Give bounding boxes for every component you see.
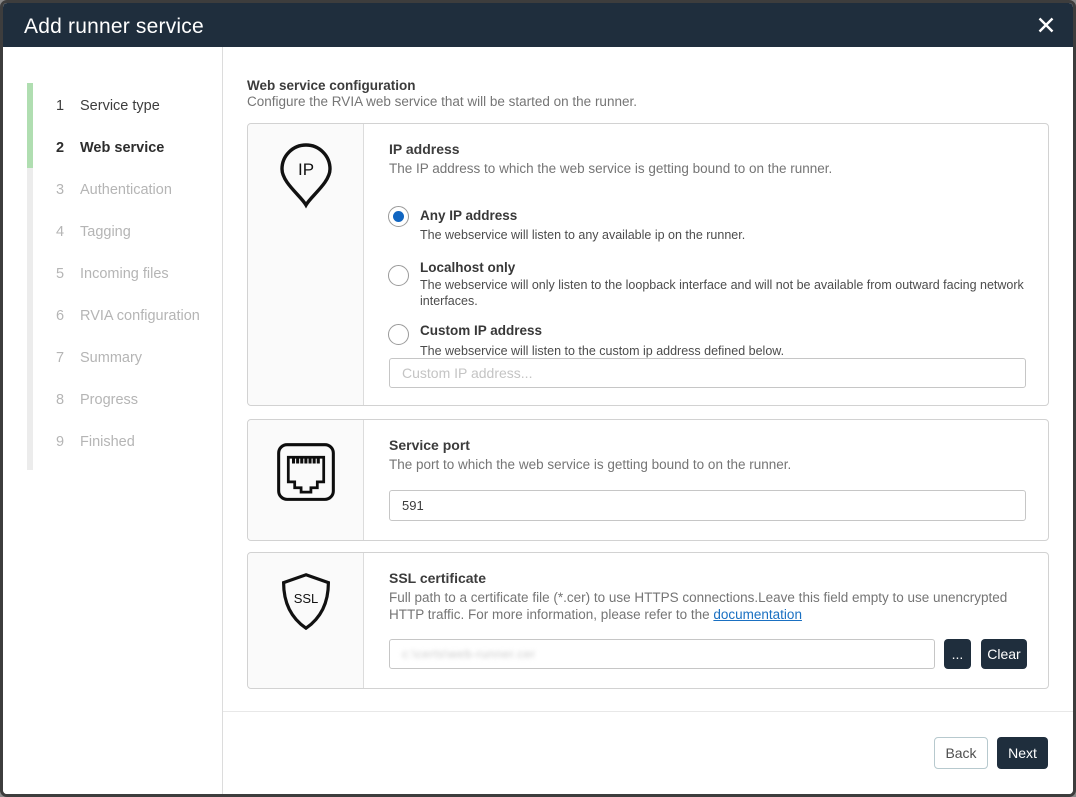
svg-text:IP: IP xyxy=(297,160,313,179)
svg-text:SSL: SSL xyxy=(293,591,318,606)
